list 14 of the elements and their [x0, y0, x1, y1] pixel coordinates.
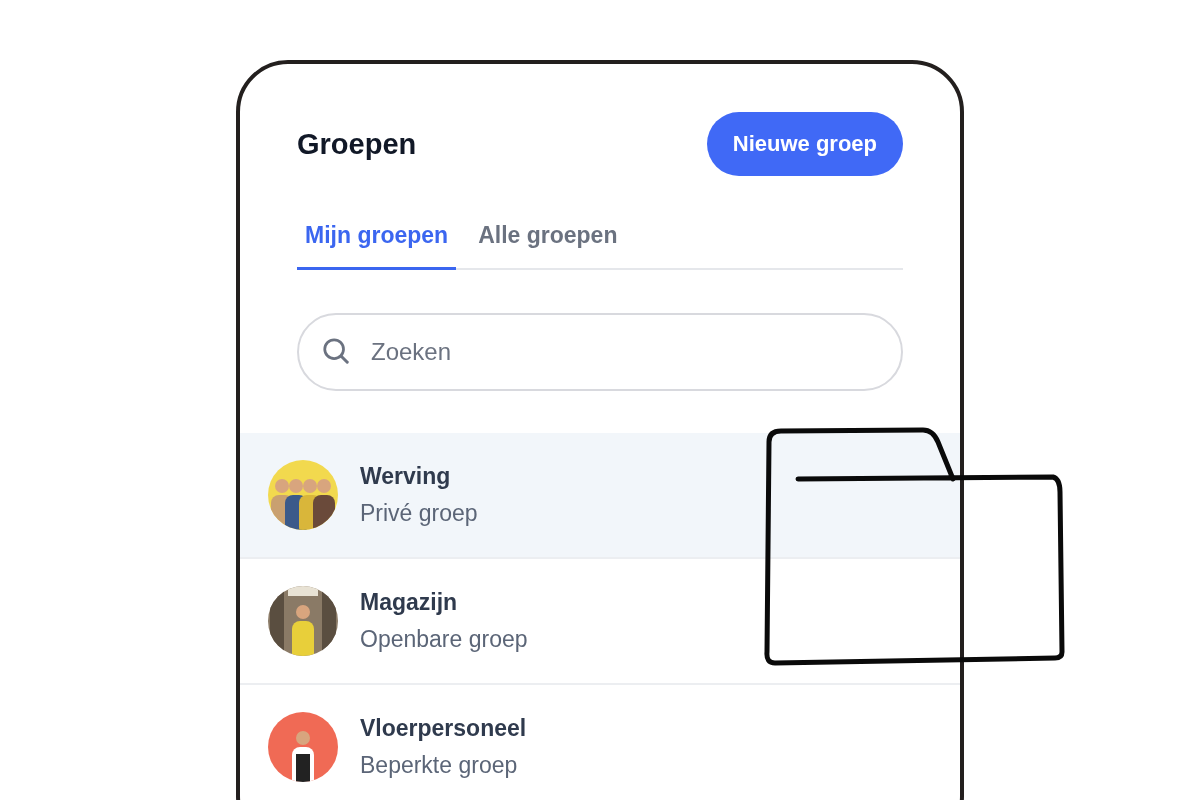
search-field[interactable]: Zoeken	[297, 313, 903, 391]
group-name: Vloerpersoneel	[360, 715, 527, 742]
tab[interactable]: Mijn groepen	[297, 212, 457, 270]
group-type: Privé groep	[360, 500, 478, 527]
tab[interactable]: Alle groepen	[470, 212, 626, 270]
group-type: Beperkte groep	[360, 752, 519, 779]
group-type: Openbare groep	[360, 626, 528, 653]
group-row[interactable]: Werving Privé groep	[240, 433, 960, 559]
group-name: Werving	[360, 463, 452, 490]
new-group-button[interactable]: Nieuwe groep	[706, 112, 903, 176]
group-row[interactable]: Vloerpersoneel Beperkte groep	[240, 685, 960, 800]
group-row[interactable]: Magazijn Openbare groep	[240, 559, 960, 685]
page-title: Groepen	[297, 127, 417, 161]
group-name: Magazijn	[360, 589, 459, 616]
